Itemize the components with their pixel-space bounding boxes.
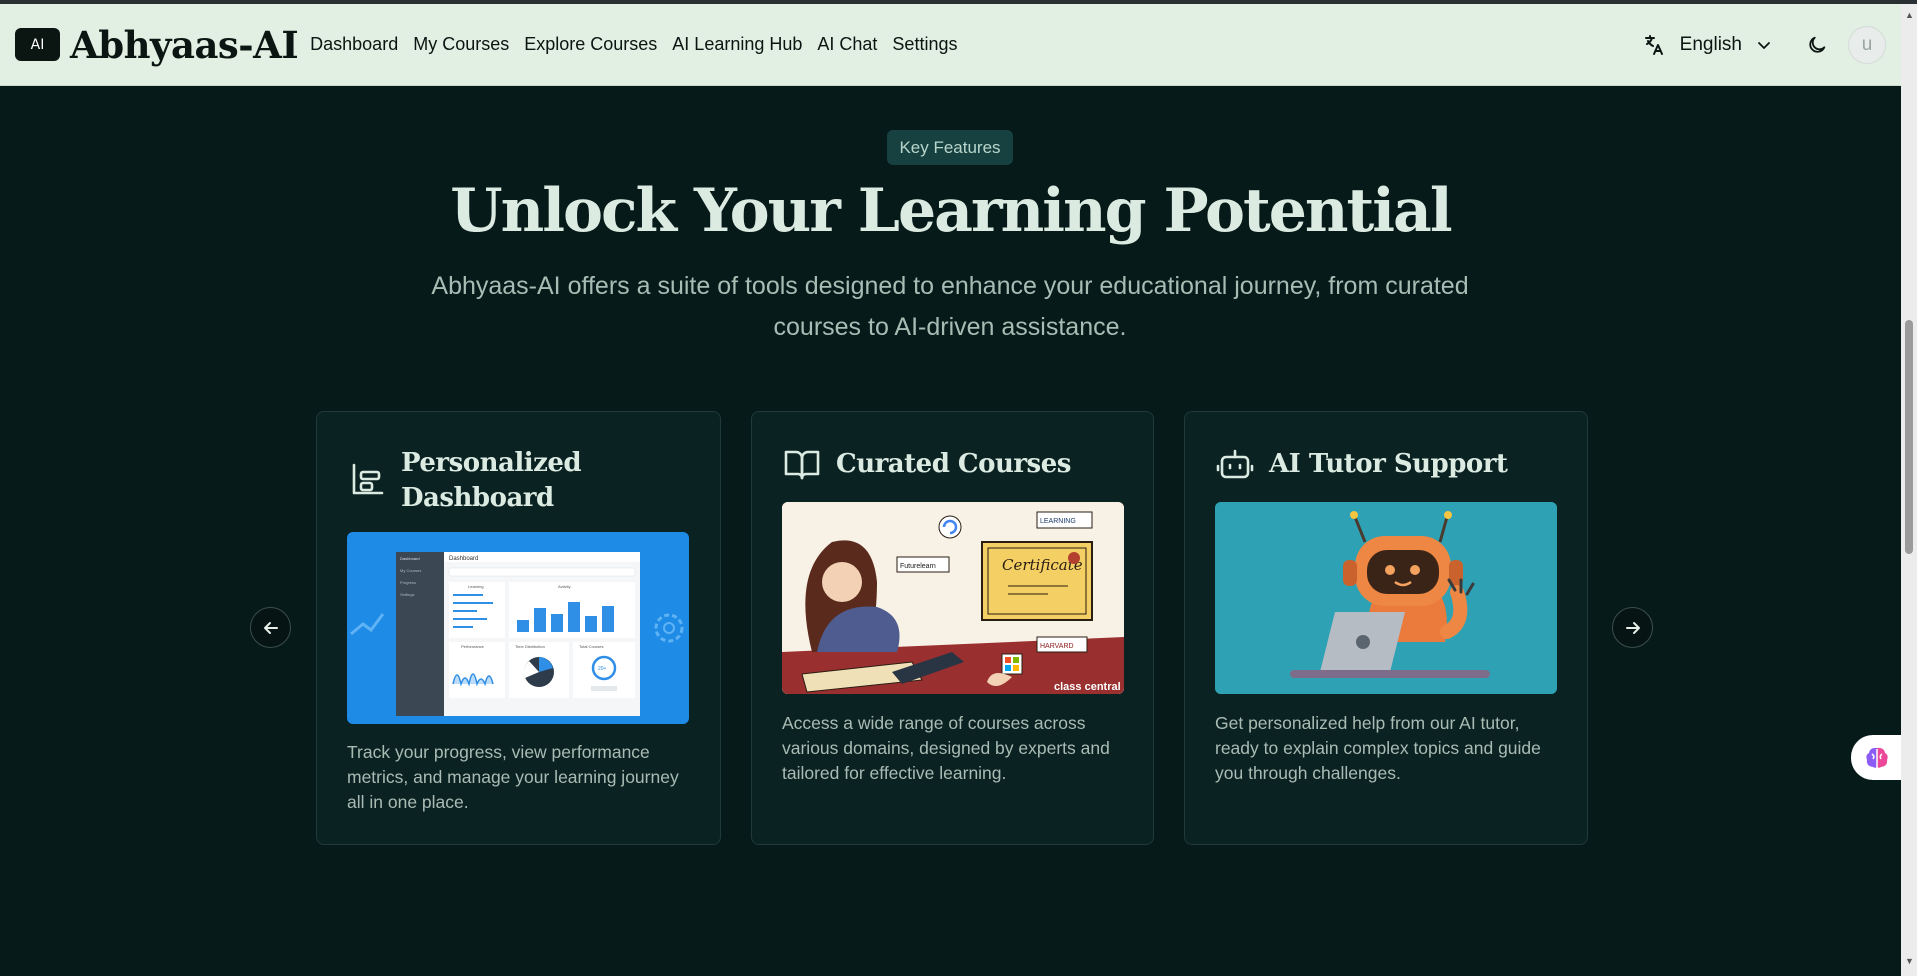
svg-text:Performance: Performance xyxy=(461,644,485,649)
svg-text:20+: 20+ xyxy=(598,666,607,672)
nav-dashboard[interactable]: Dashboard xyxy=(310,34,398,55)
key-features-badge: Key Features xyxy=(887,130,1013,165)
svg-text:Time Distribution: Time Distribution xyxy=(515,644,545,649)
nav-ai-learning-hub[interactable]: AI Learning Hub xyxy=(672,34,802,55)
hero-subtitle: Abhyaas-AI offers a suite of tools desig… xyxy=(431,272,1469,341)
nav-explore-courses[interactable]: Explore Courses xyxy=(524,34,657,55)
svg-text:My Courses: My Courses xyxy=(400,568,421,573)
user-avatar[interactable]: u xyxy=(1848,25,1886,64)
chevron-down-icon[interactable] xyxy=(1756,37,1772,53)
bot-icon xyxy=(1216,449,1254,479)
svg-text:HARVARD: HARVARD xyxy=(1040,643,1074,650)
feature-card-ai-tutor[interactable]: AI Tutor Support Get personalized help f… xyxy=(1184,411,1588,845)
page-scrollbar[interactable]: ▲ ▼ xyxy=(1901,4,1917,976)
arrow-right-icon xyxy=(1625,621,1640,634)
main-nav: Dashboard My Courses Explore Courses AI … xyxy=(310,34,972,55)
card-description: Get personalized help from our AI tutor,… xyxy=(1215,713,1541,783)
ai-assistant-floating-button[interactable] xyxy=(1851,735,1903,780)
svg-text:LEARNING: LEARNING xyxy=(1040,518,1076,525)
dashboard-layout-icon xyxy=(352,463,384,495)
curated-courses-image: Certificate LEARNING Futurelearn HARVARD… xyxy=(782,502,1124,694)
nav-ai-chat[interactable]: AI Chat xyxy=(817,34,877,55)
scroll-up-arrow-icon[interactable]: ▲ xyxy=(1905,10,1914,20)
brand-name[interactable]: Abhyaas-AI xyxy=(70,23,299,67)
top-navbar: AI Abhyaas-AI Dashboard My Courses Explo… xyxy=(0,4,1901,86)
nav-settings[interactable]: Settings xyxy=(892,34,957,55)
card-description: Track your progress, view performance me… xyxy=(347,742,679,812)
svg-text:Dashboard: Dashboard xyxy=(400,556,420,561)
hero-title: Unlock Your Learning Potential xyxy=(450,176,1452,246)
scrollbar-thumb[interactable] xyxy=(1905,320,1913,554)
nav-my-courses[interactable]: My Courses xyxy=(413,34,509,55)
feature-card-dashboard[interactable]: Personalized Dashboard Dashboard Dashboa… xyxy=(316,411,721,845)
svg-text:Progress: Progress xyxy=(400,580,416,585)
carousel-prev-button[interactable] xyxy=(250,607,291,648)
svg-text:Total Courses: Total Courses xyxy=(579,644,603,649)
svg-text:Activity: Activity xyxy=(558,584,571,589)
language-select[interactable]: English xyxy=(1680,34,1742,56)
feature-card-courses[interactable]: Curated Courses Certificate LEARNING Fut… xyxy=(751,411,1154,845)
brain-icon xyxy=(1866,747,1888,768)
carousel-next-button[interactable] xyxy=(1612,607,1653,648)
navbar-actions: English u xyxy=(1642,25,1886,64)
arrow-left-icon xyxy=(263,621,278,634)
svg-text:Settings: Settings xyxy=(400,592,414,597)
svg-text:Learning: Learning xyxy=(468,584,484,589)
card-title: Curated Courses xyxy=(836,449,1071,479)
scroll-down-arrow-icon[interactable]: ▼ xyxy=(1905,956,1914,966)
logo-badge[interactable]: AI xyxy=(15,28,60,61)
book-open-icon xyxy=(784,450,820,480)
dashboard-header-text: Dashboard xyxy=(449,556,478,562)
svg-text:class central: class central xyxy=(1054,681,1121,693)
card-title: Personalized Dashboard xyxy=(401,448,582,513)
card-description: Access a wide range of courses across va… xyxy=(782,713,1110,783)
dashboard-preview-image: Dashboard Dashboard My Courses Progress … xyxy=(347,532,689,724)
card-title: AI Tutor Support xyxy=(1269,449,1508,479)
ai-tutor-robot-image xyxy=(1215,502,1557,694)
theme-toggle-moon-icon[interactable] xyxy=(1806,34,1828,56)
svg-text:Futurelearn: Futurelearn xyxy=(900,563,936,570)
translate-icon[interactable] xyxy=(1642,33,1666,57)
